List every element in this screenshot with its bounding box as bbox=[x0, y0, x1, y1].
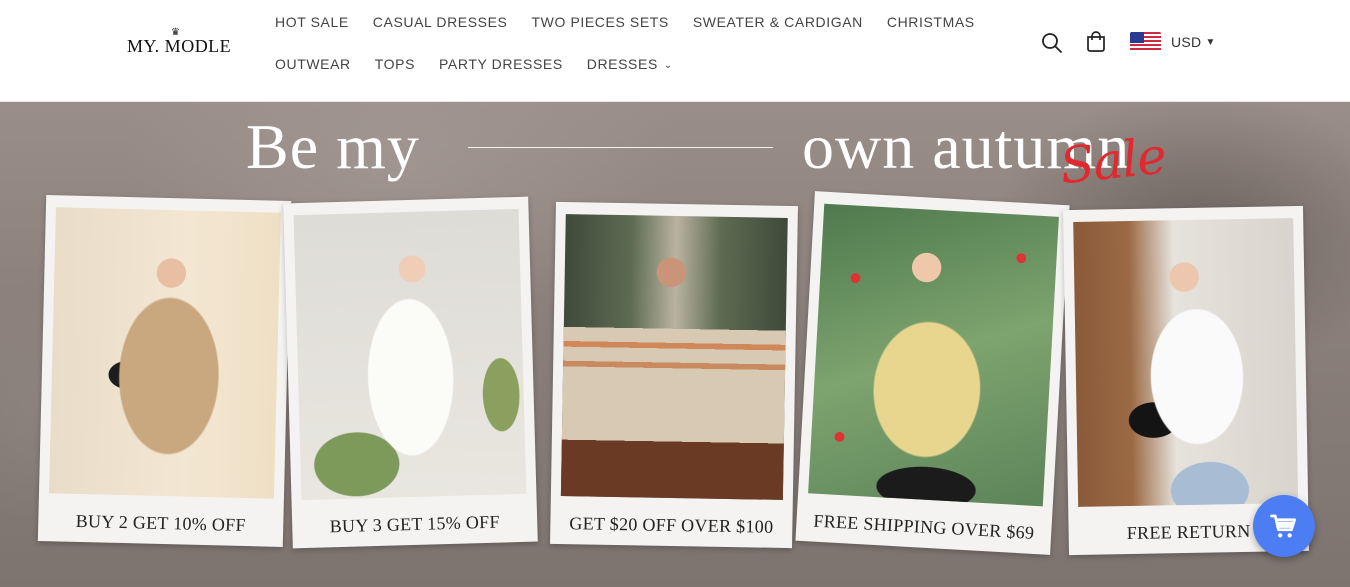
model-photo bbox=[48, 207, 281, 499]
nav-hot-sale[interactable]: HOT SALE bbox=[263, 13, 361, 31]
promo-caption: BUY 3 GET 15% OFF bbox=[329, 511, 501, 537]
sale-script: Sale bbox=[1057, 126, 1169, 196]
nav-party-dresses[interactable]: PARTY DRESSES bbox=[427, 55, 575, 73]
brand-logo[interactable]: ♛ MY. MODLE bbox=[127, 27, 232, 57]
nav-christmas[interactable]: CHRISTMAS bbox=[875, 13, 987, 31]
promo-card[interactable]: BUY 3 GET 15% OFF bbox=[283, 196, 538, 549]
crown-icon: ♛ bbox=[171, 27, 181, 38]
promo-caption: GET $20 OFF OVER $100 bbox=[569, 513, 774, 537]
model-photo bbox=[1073, 218, 1299, 507]
promo-caption: BUY 2 GET 10% OFF bbox=[75, 510, 247, 536]
nav-dresses-label: DRESSES bbox=[586, 56, 658, 72]
us-flag-icon bbox=[1130, 32, 1161, 52]
chevron-down-icon: ⌄ bbox=[663, 60, 673, 71]
main-nav-row-1: HOT SALE CASUAL DRESSES TWO PIECES SETS … bbox=[263, 13, 987, 31]
promo-card[interactable]: GET $20 OFF OVER $100 bbox=[550, 201, 798, 549]
headline-left: Be my bbox=[246, 111, 420, 182]
main-nav-row-2: OUTWEAR TOPS PARTY DRESSES DRESSES ⌄ bbox=[263, 55, 685, 73]
nav-outwear[interactable]: OUTWEAR bbox=[263, 55, 363, 73]
model-photo bbox=[560, 214, 788, 500]
headline-divider bbox=[468, 147, 773, 148]
promo-card[interactable]: BUY 2 GET 10% OFF bbox=[37, 195, 292, 547]
nav-tops[interactable]: TOPS bbox=[363, 55, 427, 73]
model-photo bbox=[293, 208, 527, 501]
floating-cart-button[interactable] bbox=[1253, 495, 1315, 557]
chevron-down-icon: ▼ bbox=[1205, 36, 1216, 48]
search-icon[interactable] bbox=[1040, 31, 1064, 55]
site-header: ♛ MY. MODLE HOT SALE CASUAL DRESSES TWO … bbox=[0, 0, 1350, 102]
cart-icon[interactable] bbox=[1084, 30, 1108, 54]
nav-two-pieces-sets[interactable]: TWO PIECES SETS bbox=[520, 13, 681, 31]
cart-chat-icon bbox=[1270, 514, 1296, 538]
hero-banner[interactable]: Be my own autumn Sale BUY 2 GET 10% OFF … bbox=[0, 102, 1350, 587]
promo-caption: FREE SHIPPING OVER $69 bbox=[812, 510, 1035, 543]
brand-name: MY. MODLE bbox=[127, 36, 232, 56]
promo-card[interactable]: FREE SHIPPING OVER $69 bbox=[795, 191, 1070, 555]
nav-dresses[interactable]: DRESSES ⌄ bbox=[575, 55, 685, 73]
model-photo bbox=[808, 203, 1059, 507]
nav-sweater-cardigan[interactable]: SWEATER & CARDIGAN bbox=[681, 13, 875, 31]
currency-label: USD bbox=[1171, 34, 1202, 50]
currency-selector[interactable]: USD ▼ bbox=[1130, 32, 1215, 52]
nav-casual-dresses[interactable]: CASUAL DRESSES bbox=[361, 13, 520, 31]
